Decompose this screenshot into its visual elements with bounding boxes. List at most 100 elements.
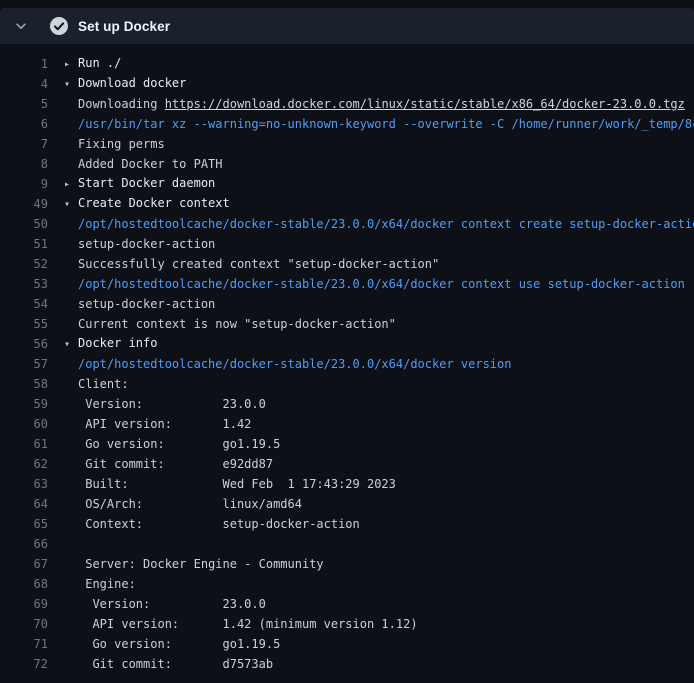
step-header[interactable]: Set up Docker (0, 8, 694, 44)
chevron-down-icon[interactable]: ▾ (64, 335, 78, 355)
log-line: 64 OS/Arch: linux/amd64 (0, 494, 694, 514)
line-content: Git commit: e92dd87 (64, 454, 273, 474)
line-number: 50 (0, 214, 48, 234)
group-title: Download docker (78, 76, 186, 90)
line-content[interactable]: ▸Run ./ (64, 53, 121, 75)
line-content: Go version: go1.19.5 (64, 634, 280, 654)
line-number: 66 (0, 534, 48, 554)
log-line: 4 ▾Download docker (0, 74, 694, 94)
line-number: 60 (0, 414, 48, 434)
log-line: 1 ▸Run ./ (0, 54, 694, 74)
line-number: 53 (0, 274, 48, 294)
log-link[interactable]: https://download.docker.com/linux/static… (165, 97, 685, 111)
line-number: 68 (0, 574, 48, 594)
line-number: 6 (0, 114, 48, 134)
line-content: Built: Wed Feb 1 17:43:29 2023 (64, 474, 396, 494)
line-content[interactable]: ▾Docker info (64, 333, 157, 355)
log-line: 72 Git commit: d7573ab (0, 654, 694, 674)
line-content: API version: 1.42 (64, 414, 251, 434)
log-line: 5 Downloading https://download.docker.com… (0, 94, 694, 114)
line-content: Client: (64, 374, 129, 394)
line-content: Context: setup-docker-action (64, 514, 360, 534)
line-content: setup-docker-action (64, 294, 215, 314)
line-content: Version: 23.0.0 (64, 394, 266, 414)
log-line: 9 ▸Start Docker daemon (0, 174, 694, 194)
line-content: setup-docker-action (64, 234, 215, 254)
line-content[interactable]: ▸Start Docker daemon (64, 173, 215, 195)
success-check-icon (50, 17, 68, 35)
line-number: 5 (0, 94, 48, 114)
log-line: 53/opt/hostedtoolcache/docker-stable/23.… (0, 274, 694, 294)
line-number: 59 (0, 394, 48, 414)
log-line: 62 Git commit: e92dd87 (0, 454, 694, 474)
line-number: 62 (0, 454, 48, 474)
chevron-down-icon[interactable]: ▾ (64, 195, 78, 215)
line-content[interactable]: ▾Create Docker context (64, 193, 230, 215)
log-line: 71 Go version: go1.19.5 (0, 634, 694, 654)
line-content: Successfully created context "setup-dock… (64, 254, 439, 274)
line-number: 70 (0, 614, 48, 634)
log-line: 55 Current context is now "setup-docker-a… (0, 314, 694, 334)
line-content[interactable]: ▾Download docker (64, 73, 186, 95)
group-title: Start Docker daemon (78, 176, 215, 190)
line-number: 72 (0, 654, 48, 674)
chevron-right-icon[interactable]: ▸ (64, 55, 78, 75)
log-line: 7 Fixing perms (0, 134, 694, 154)
line-content: Server: Docker Engine - Community (64, 554, 324, 574)
line-number: 56 (0, 334, 48, 354)
line-content: Added Docker to PATH (64, 154, 223, 174)
group-title: Create Docker context (78, 196, 230, 210)
line-number: 7 (0, 134, 48, 154)
log-line: 57/opt/hostedtoolcache/docker-stable/23.… (0, 354, 694, 374)
log-line: 61 Go version: go1.19.5 (0, 434, 694, 454)
line-content: Downloading https://download.docker.com/… (64, 94, 685, 114)
line-number: 51 (0, 234, 48, 254)
line-number: 55 (0, 314, 48, 334)
log-line: 6/usr/bin/tar xz --warning=no-unknown-ke… (0, 114, 694, 134)
log-line: 56 ▾Docker info (0, 334, 694, 354)
log-line: 69 Version: 23.0.0 (0, 594, 694, 614)
line-number: 8 (0, 154, 48, 174)
log-line: 63 Built: Wed Feb 1 17:43:29 2023 (0, 474, 694, 494)
log-line: 68 Engine: (0, 574, 694, 594)
line-content: Fixing perms (64, 134, 165, 154)
line-number: 4 (0, 74, 48, 94)
log-line: 8 Added Docker to PATH (0, 154, 694, 174)
line-content: Current context is now "setup-docker-act… (64, 314, 396, 334)
line-content: /opt/hostedtoolcache/docker-stable/23.0.… (64, 214, 694, 234)
line-number: 9 (0, 174, 48, 194)
group-title: Run ./ (78, 56, 121, 70)
log-text: Downloading (78, 97, 165, 111)
log-line: 50/opt/hostedtoolcache/docker-stable/23.… (0, 214, 694, 234)
log-line: 49 ▾Create Docker context (0, 194, 694, 214)
line-number: 61 (0, 434, 48, 454)
line-number: 67 (0, 554, 48, 574)
chevron-down-icon[interactable] (14, 19, 36, 33)
line-content: /usr/bin/tar xz --warning=no-unknown-key… (64, 114, 694, 134)
line-number: 49 (0, 194, 48, 214)
log-line: 66 (0, 534, 694, 554)
line-number: 52 (0, 254, 48, 274)
line-content: Version: 23.0.0 (64, 594, 266, 614)
line-content: API version: 1.42 (minimum version 1.12) (64, 614, 418, 634)
step-title: Set up Docker (78, 19, 170, 34)
line-number: 54 (0, 294, 48, 314)
line-number: 64 (0, 494, 48, 514)
line-number: 1 (0, 54, 48, 74)
chevron-right-icon[interactable]: ▸ (64, 175, 78, 195)
log-line: 51 setup-docker-action (0, 234, 694, 254)
chevron-down-icon[interactable]: ▾ (64, 75, 78, 95)
line-number: 71 (0, 634, 48, 654)
log-line: 54 setup-docker-action (0, 294, 694, 314)
line-number: 65 (0, 514, 48, 534)
line-content: /opt/hostedtoolcache/docker-stable/23.0.… (64, 354, 511, 374)
line-number: 69 (0, 594, 48, 614)
log-line: 65 Context: setup-docker-action (0, 514, 694, 534)
line-content: Git commit: d7573ab (64, 654, 273, 674)
line-number: 63 (0, 474, 48, 494)
line-content: Engine: (64, 574, 136, 594)
log-line: 67 Server: Docker Engine - Community (0, 554, 694, 574)
log-line: 60 API version: 1.42 (0, 414, 694, 434)
group-title: Docker info (78, 336, 157, 350)
log-line: 59 Version: 23.0.0 (0, 394, 694, 414)
